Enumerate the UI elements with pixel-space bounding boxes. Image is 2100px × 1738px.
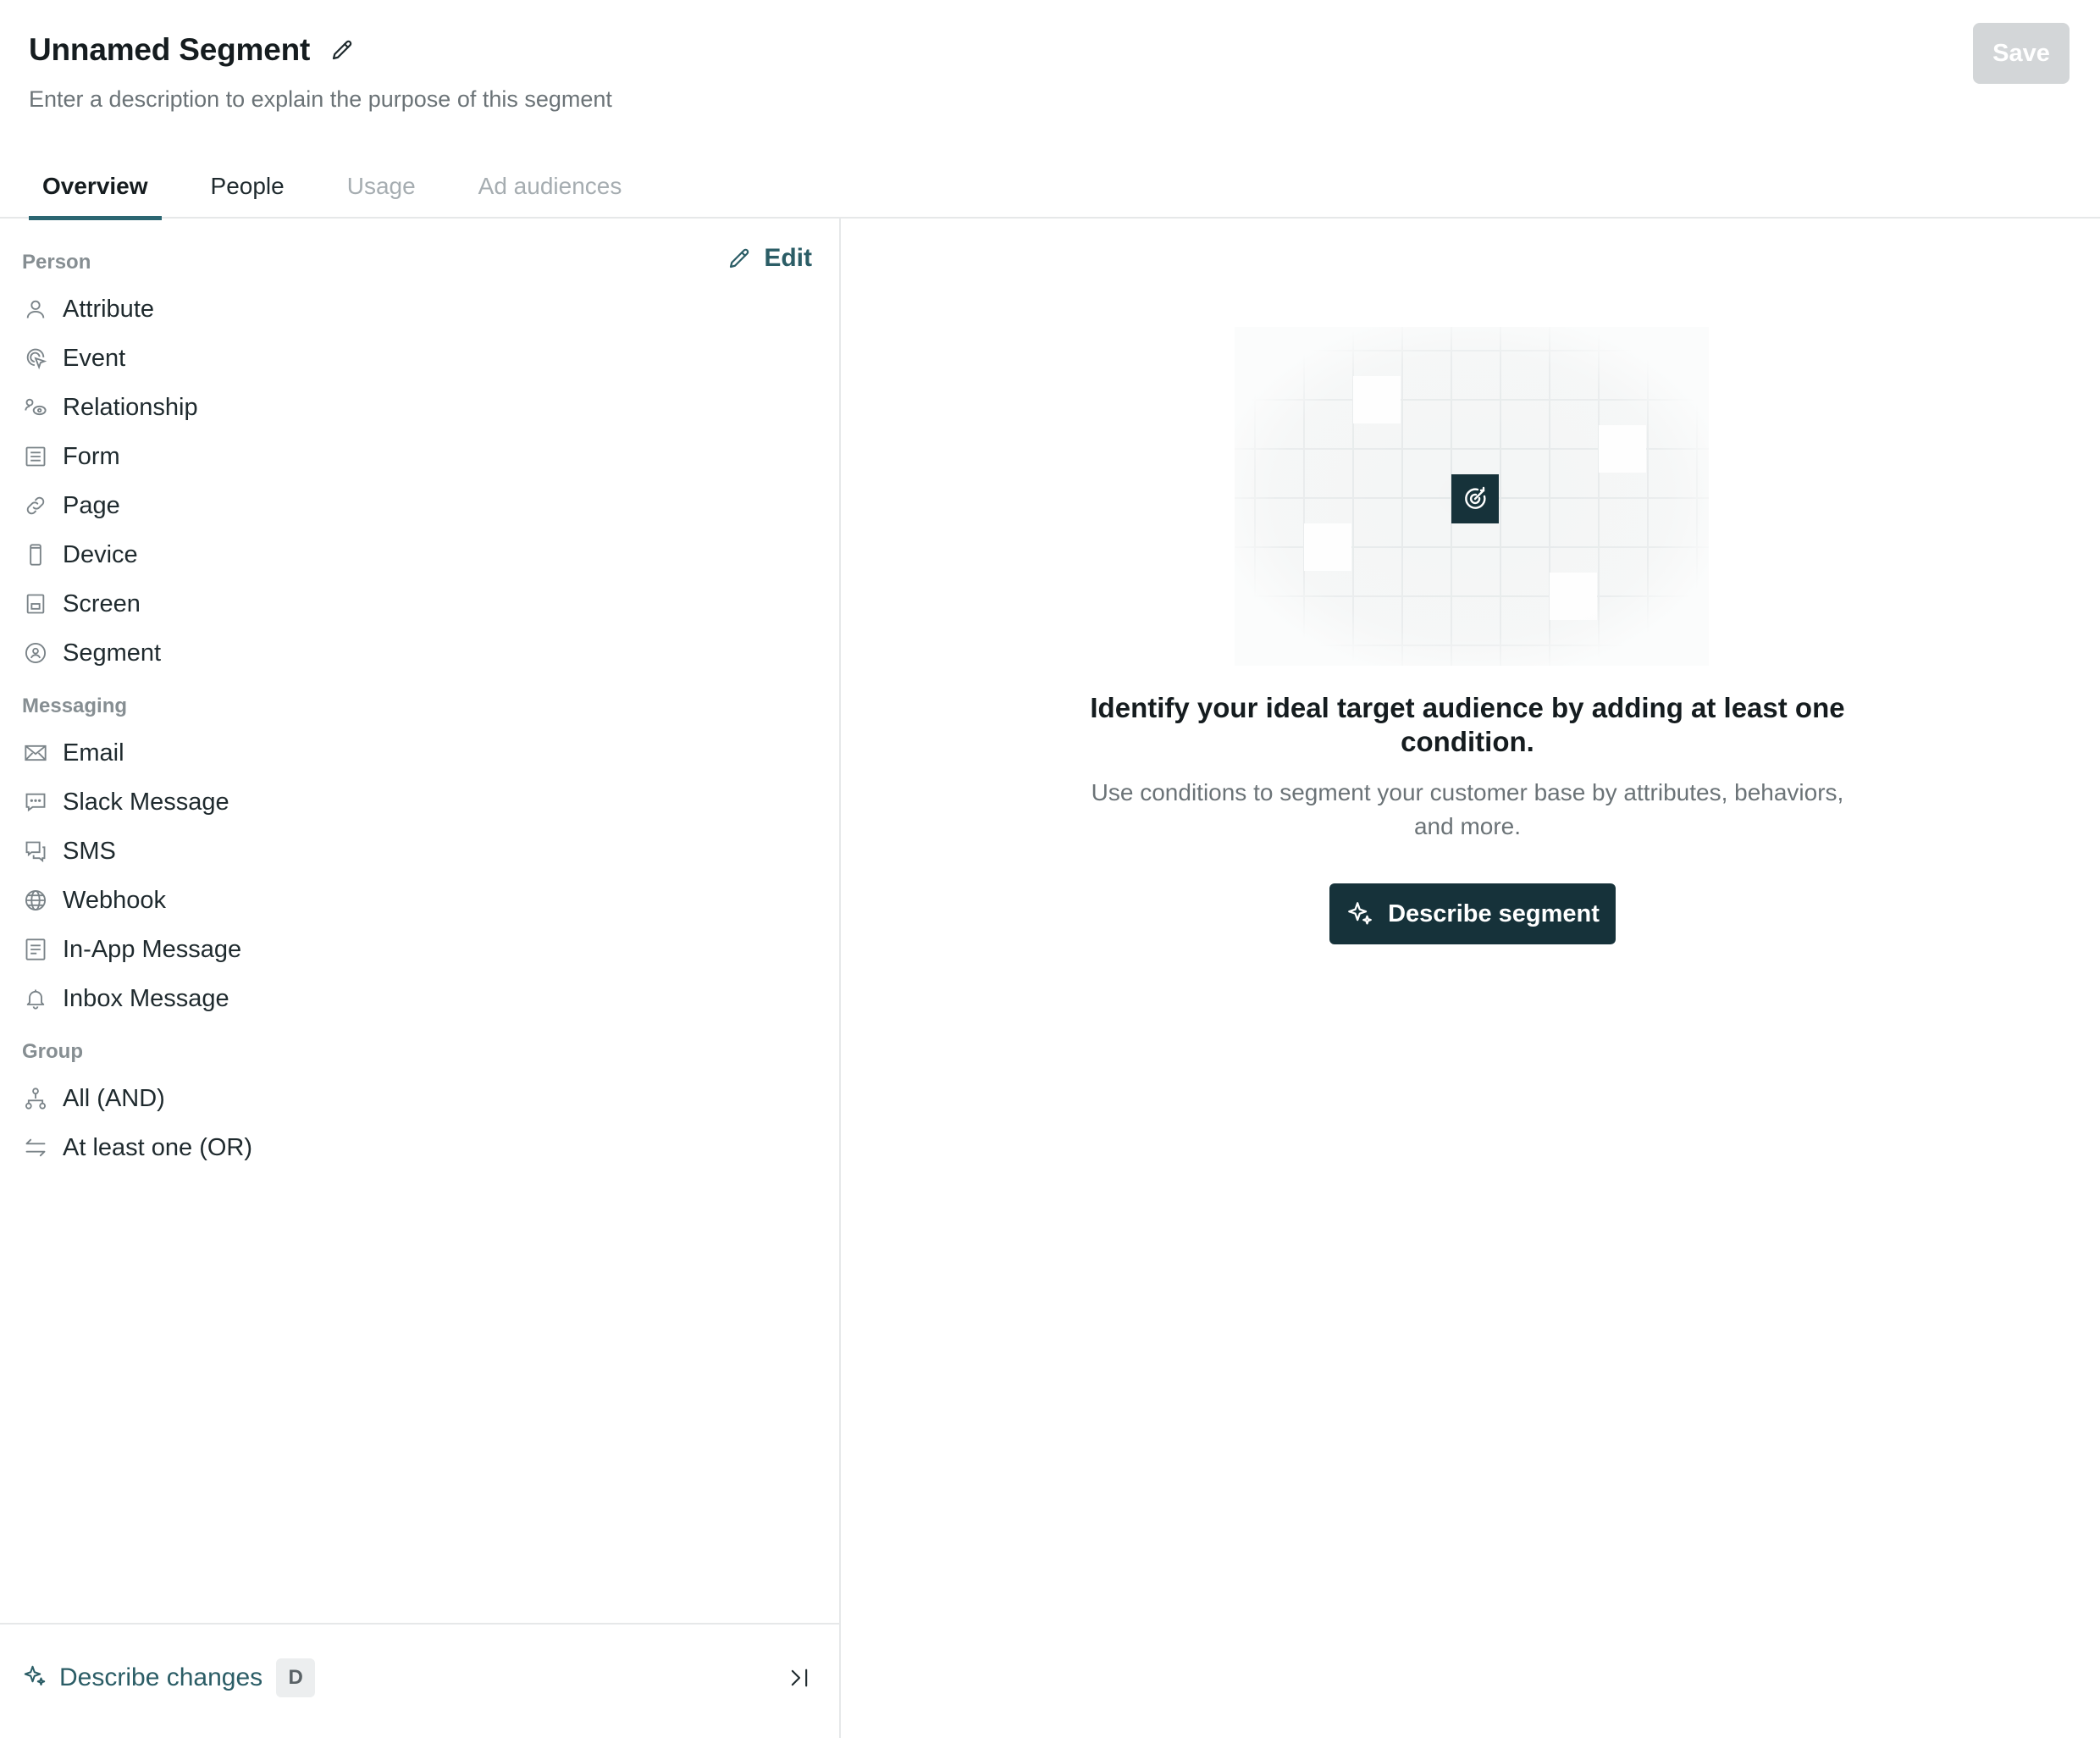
segment-icon	[22, 639, 49, 667]
relationship-icon	[22, 394, 49, 421]
sparkle-icon	[22, 1663, 47, 1693]
page-header: Unnamed Segment Enter a description to e…	[0, 0, 2100, 220]
segment-title: Unnamed Segment	[29, 32, 311, 67]
pencil-icon[interactable]	[327, 35, 357, 65]
link-icon	[22, 492, 49, 519]
section-label-group: Group	[22, 1040, 83, 1063]
grid-illustration	[1235, 327, 1709, 666]
cursor-click-icon	[22, 345, 49, 372]
branch-icon	[22, 1085, 49, 1112]
describe-changes-label: Describe changes	[59, 1663, 263, 1691]
globe-icon	[22, 887, 49, 914]
tab-usage[interactable]: Usage	[334, 161, 429, 219]
sidebar-item-inbox-message[interactable]: Inbox Message	[22, 977, 229, 1020]
section-label-person: Person	[22, 251, 91, 274]
sidebar-item-webhook[interactable]: Webhook	[22, 879, 166, 922]
sidebar-item-email[interactable]: Email	[22, 732, 124, 774]
sms-icon	[22, 838, 49, 865]
describe-segment-button[interactable]: Describe segment	[1329, 883, 1616, 944]
keyboard-shortcut-badge: D	[276, 1658, 316, 1697]
sidebar-item-slack-message[interactable]: Slack Message	[22, 781, 229, 823]
sidebar-item-device[interactable]: Device	[22, 534, 138, 576]
person-icon	[22, 296, 49, 323]
sidebar-item-sms[interactable]: SMS	[22, 830, 116, 872]
sidebar-item-relationship[interactable]: Relationship	[22, 386, 198, 429]
edit-button[interactable]: Edit	[727, 244, 812, 273]
sidebar-item-page[interactable]: Page	[22, 484, 120, 527]
bell-icon	[22, 985, 49, 1012]
screen-icon	[22, 590, 49, 617]
sidebar-item-in-app-message[interactable]: In-App Message	[22, 928, 241, 971]
sidebar-item-label: Page	[63, 491, 120, 519]
describe-segment-label: Describe segment	[1388, 899, 1600, 927]
sidebar-footer: Describe changes D	[0, 1623, 839, 1738]
main-panel: Identify your ideal target audience by a…	[841, 219, 2100, 1738]
chat-bubble-icon	[22, 789, 49, 816]
tab-ad-audiences[interactable]: Ad audiences	[465, 161, 636, 219]
phone-icon	[22, 541, 49, 568]
title-row: Unnamed Segment	[29, 32, 357, 68]
segment-editor: Unnamed Segment Enter a description to e…	[0, 0, 2100, 1738]
sidebar-item-label: Inbox Message	[63, 984, 229, 1012]
describe-changes-button[interactable]: Describe changes D	[22, 1658, 316, 1697]
sidebar-item-label: Attribute	[63, 295, 154, 323]
description-field[interactable]: Enter a description to explain the purpo…	[29, 86, 612, 113]
collapse-sidebar-icon[interactable]	[785, 1663, 814, 1692]
sidebar-item-label: Device	[63, 540, 138, 568]
in-app-icon	[22, 936, 49, 963]
sidebar-item-at-least-one-or[interactable]: At least one (OR)	[22, 1126, 252, 1169]
section-label-messaging: Messaging	[22, 695, 128, 717]
sparkle-icon	[1348, 902, 1372, 925]
sidebar-item-label: Form	[63, 442, 120, 470]
sidebar-item-attribute[interactable]: Attribute	[22, 288, 154, 330]
sidebar-item-label: Screen	[63, 589, 141, 617]
sidebar-item-screen[interactable]: Screen	[22, 583, 141, 625]
sidebar-item-label: Event	[63, 344, 126, 372]
sidebar-item-label: All (AND)	[63, 1084, 165, 1112]
sidebar-item-label: Relationship	[63, 393, 198, 421]
tab-people[interactable]: People	[197, 161, 298, 219]
empty-state-subtext: Use conditions to segment your customer …	[1091, 779, 1844, 839]
tab-bar: Overview People Usage Ad audiences	[29, 161, 671, 220]
sidebar-item-label: At least one (OR)	[63, 1133, 253, 1161]
sidebar-item-label: Slack Message	[63, 788, 229, 816]
sidebar-item-form[interactable]: Form	[22, 435, 120, 478]
sidebar-item-label: SMS	[63, 837, 116, 865]
sidebar-item-all-and[interactable]: All (AND)	[22, 1077, 165, 1120]
envelope-icon	[22, 739, 49, 767]
form-icon	[22, 443, 49, 470]
condition-sidebar: Person Edit Attribute Event Relationship	[0, 219, 841, 1738]
sidebar-item-label: Segment	[63, 639, 162, 667]
sidebar-item-segment[interactable]: Segment	[22, 632, 161, 674]
sidebar-item-label: In-App Message	[63, 935, 242, 963]
sidebar-item-label: Webhook	[63, 886, 166, 914]
save-button[interactable]: Save	[1973, 23, 2070, 84]
edit-label: Edit	[764, 244, 812, 272]
pencil-icon	[730, 248, 749, 268]
tab-overview[interactable]: Overview	[29, 161, 162, 220]
sidebar-item-label: Email	[63, 739, 124, 767]
arrows-swap-icon	[22, 1134, 49, 1161]
sidebar-item-event[interactable]: Event	[22, 337, 125, 379]
empty-state-heading: Identify your ideal target audience by a…	[1090, 692, 1845, 757]
